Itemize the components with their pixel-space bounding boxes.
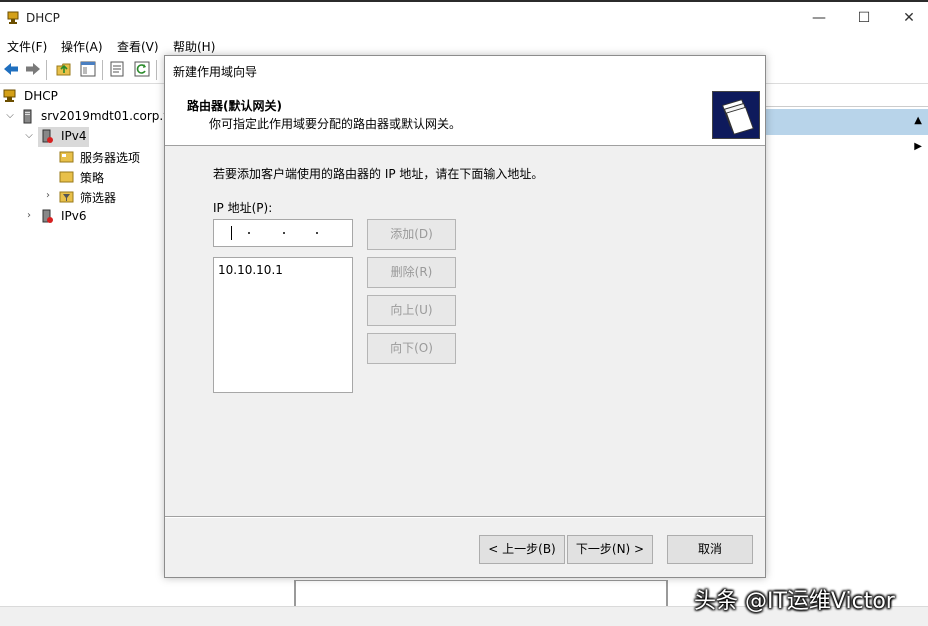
toolbar-separator: [46, 60, 47, 80]
tree-label: DHCP: [24, 89, 58, 103]
refresh-icon[interactable]: [133, 60, 151, 78]
actions-header: [765, 87, 928, 107]
list-item[interactable]: 10.10.10.1: [218, 263, 283, 277]
actions-pane: ▲ ▶: [765, 85, 928, 605]
expanded-chevron-icon[interactable]: ⌵: [4, 110, 16, 122]
router-ip-list[interactable]: 10.10.10.1: [213, 257, 353, 393]
menu-bar: 文件(F) 操作(A) 查看(V) 帮助(H): [0, 34, 928, 56]
window-title: DHCP: [26, 11, 60, 25]
properties-icon[interactable]: [108, 60, 126, 78]
move-up-button[interactable]: 向上(U): [367, 295, 456, 326]
wizard-title: 新建作用域向导: [173, 65, 258, 79]
ipv6-icon: [42, 209, 53, 223]
back-button[interactable]: < 上一步(B): [479, 535, 565, 564]
policies-icon: [59, 171, 74, 183]
console-tree: DHCP ⌵ srv2019mdt01.corp.v ⌵ IPv4 服务器选项 …: [0, 85, 171, 605]
filters-icon: [59, 191, 74, 203]
folder-up-icon[interactable]: [55, 60, 73, 78]
toolbar-separator: [102, 60, 103, 80]
tree-item-server-options[interactable]: 服务器选项: [0, 147, 168, 167]
collapsed-chevron-icon[interactable]: ›: [23, 210, 35, 222]
expanded-chevron-icon[interactable]: ⌵: [23, 130, 35, 142]
title-bar: DHCP — ☐ ✕: [0, 2, 928, 34]
ip-address-label: IP 地址(P):: [213, 201, 273, 215]
toolbar-separator: [156, 60, 157, 80]
dhcp-icon: [3, 89, 16, 102]
tree-label: 策略: [80, 171, 105, 185]
remove-button[interactable]: 删除(R): [367, 257, 456, 288]
more-actions-arrow-icon[interactable]: ▶: [914, 141, 922, 152]
new-scope-wizard-dialog: 新建作用域向导 路由器(默认网关) 你可指定此作用域要分配的路由器或默认网关。 …: [164, 55, 766, 578]
move-down-button[interactable]: 向下(O): [367, 333, 456, 364]
tree-item-ipv6[interactable]: › IPv6: [0, 207, 168, 227]
tree-item-policies[interactable]: 策略: [0, 167, 168, 187]
add-button[interactable]: 添加(D): [367, 219, 456, 250]
ip-octet-separator: [248, 232, 250, 234]
cancel-button[interactable]: 取消: [667, 535, 753, 564]
ipv4-icon: [42, 129, 53, 143]
maximize-button[interactable]: ☐: [849, 8, 879, 30]
wizard-page-subtitle: 你可指定此作用域要分配的路由器或默认网关。: [209, 117, 462, 131]
details-pane-bottom: [294, 580, 668, 606]
forward-arrow-icon[interactable]: [24, 60, 42, 78]
menu-action[interactable]: 操作(A): [61, 38, 103, 55]
wizard-folder-icon: [712, 91, 760, 139]
menu-view[interactable]: 查看(V): [117, 38, 159, 55]
wizard-title-bar: 新建作用域向导: [165, 56, 765, 86]
menu-help[interactable]: 帮助(H): [173, 38, 215, 55]
back-arrow-icon[interactable]: [2, 60, 20, 78]
watermark-text: 头条 @IT运维Victor: [694, 589, 895, 614]
tree-item-ipv4[interactable]: ⌵ IPv4: [0, 127, 168, 147]
collapse-up-icon[interactable]: ▲: [914, 115, 922, 126]
wizard-header: 路由器(默认网关) 你可指定此作用域要分配的路由器或默认网关。: [165, 86, 765, 146]
actions-section[interactable]: ▲: [765, 109, 928, 135]
menu-file[interactable]: 文件(F): [7, 38, 47, 55]
wizard-page-title: 路由器(默认网关): [187, 99, 282, 113]
tree-label: 服务器选项: [80, 151, 141, 165]
wizard-divider: [165, 516, 765, 518]
minimize-button[interactable]: —: [804, 8, 834, 30]
ip-address-input[interactable]: [213, 219, 353, 247]
tree-label: IPv6: [61, 209, 87, 223]
close-button[interactable]: ✕: [894, 8, 924, 30]
server-options-icon: [59, 151, 74, 163]
collapsed-chevron-icon[interactable]: ›: [42, 190, 54, 202]
show-hide-tree-icon[interactable]: [79, 60, 97, 78]
next-button[interactable]: 下一步(N) >: [567, 535, 653, 564]
ip-octet-separator: [316, 232, 318, 234]
tree-label: IPv4: [61, 129, 87, 143]
tree-item-server[interactable]: ⌵ srv2019mdt01.corp.v: [0, 107, 171, 127]
server-icon: [23, 109, 32, 124]
tree-label: 筛选器: [80, 191, 117, 205]
text-caret: [231, 226, 232, 240]
dhcp-app-icon: [7, 11, 19, 24]
tree-label: srv2019mdt01.corp.v: [41, 109, 171, 123]
instruction-text: 若要添加客户端使用的路由器的 IP 地址，请在下面输入地址。: [213, 167, 544, 181]
ip-octet-separator: [283, 232, 285, 234]
tree-item-filters[interactable]: › 筛选器: [0, 187, 168, 207]
tree-item-dhcp[interactable]: DHCP: [0, 87, 168, 107]
